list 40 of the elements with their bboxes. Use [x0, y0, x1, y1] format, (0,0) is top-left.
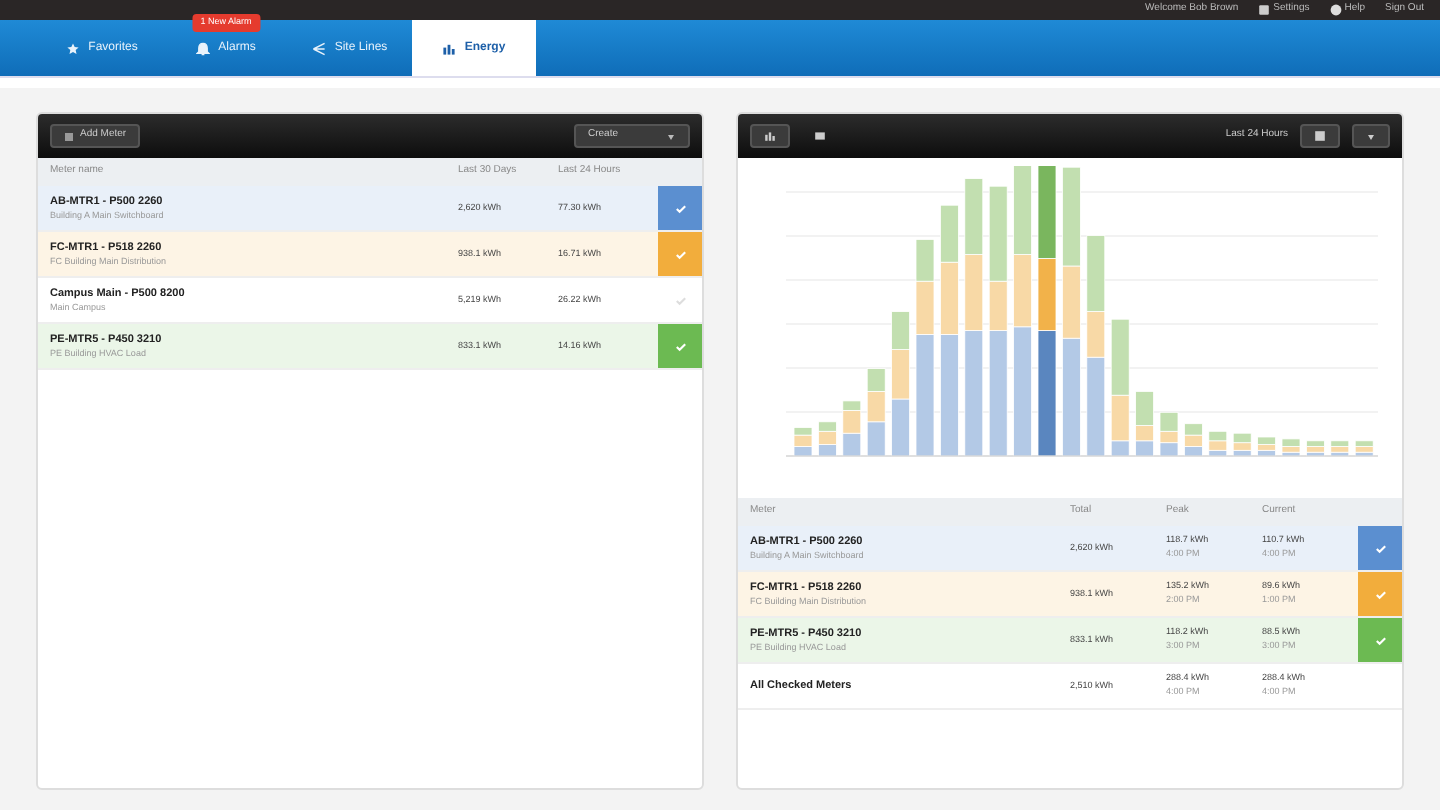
stacked-bar — [818, 421, 837, 457]
bell-icon — [196, 41, 211, 55]
check-icon — [673, 201, 687, 215]
caret-icon — [1366, 131, 1376, 141]
help-icon — [1329, 4, 1342, 16]
stacked-bar — [1257, 436, 1276, 457]
check-icon — [673, 339, 687, 353]
row-action-button[interactable] — [658, 232, 702, 276]
check-icon — [1373, 587, 1387, 601]
stacked-bar — [1232, 432, 1252, 457]
check-icon — [673, 247, 687, 261]
stacked-bar — [1159, 411, 1179, 457]
caret-icon — [666, 131, 676, 141]
stacked-bar — [1135, 391, 1154, 457]
bar-chart-icon — [764, 130, 776, 142]
network-icon — [312, 41, 327, 55]
row-action-button[interactable] — [658, 324, 702, 368]
chart-view-button[interactable] — [750, 124, 790, 148]
check-icon — [1373, 541, 1387, 555]
stacked-bar — [793, 427, 813, 457]
menu-button[interactable] — [1352, 124, 1390, 148]
calendar-button[interactable] — [1300, 124, 1340, 148]
stacked-bar — [866, 368, 886, 457]
stacked-bar — [1281, 438, 1301, 457]
bar-chart-icon — [442, 41, 457, 55]
row-action-button[interactable] — [1358, 572, 1402, 616]
check-icon — [673, 293, 687, 307]
stacked-bar — [1354, 440, 1374, 457]
star-icon — [66, 41, 81, 55]
stacked-bar — [1110, 318, 1130, 457]
stacked-bar — [842, 400, 862, 457]
row-action-button[interactable] — [1358, 526, 1402, 570]
stacked-bar — [1330, 440, 1350, 457]
stacked-bar — [1184, 423, 1203, 457]
check-icon — [1373, 633, 1387, 647]
stacked-bar — [1208, 430, 1228, 457]
row-action-button[interactable] — [658, 186, 702, 230]
settings-icon — [1258, 4, 1271, 16]
row-action-button[interactable] — [1358, 618, 1402, 662]
stacked-bar — [1306, 440, 1325, 457]
